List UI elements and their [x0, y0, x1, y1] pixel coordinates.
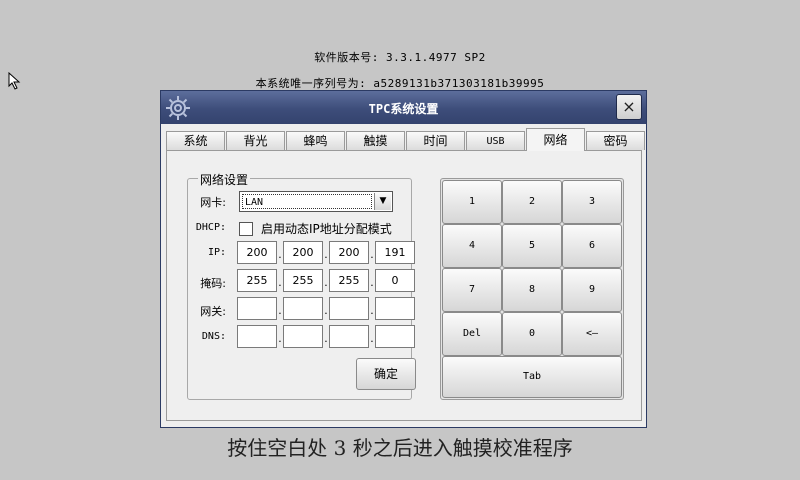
- gateway-octet-4[interactable]: [375, 297, 415, 320]
- ip-label: IP:: [207, 247, 226, 258]
- dhcp-label: DHCP:: [195, 222, 226, 233]
- mask-octet-3[interactable]: 255: [329, 269, 369, 292]
- key-backspace[interactable]: <—: [562, 312, 622, 356]
- mouse-pointer-icon: [8, 72, 21, 90]
- ip-octet-1[interactable]: 200: [237, 241, 277, 264]
- software-version: 软件版本号: 3.3.1.4977 SP2: [314, 51, 486, 64]
- dns-octet-4[interactable]: [375, 325, 415, 348]
- confirm-button[interactable]: 确定: [356, 358, 416, 390]
- dhcp-checkbox-label[interactable]: 启用动态IP地址分配模式: [261, 220, 392, 237]
- key-5[interactable]: 5: [502, 224, 562, 268]
- gateway-octet-3[interactable]: [329, 297, 369, 320]
- network-settings-group: 网络设置 网卡: LAN ▼ DHCP: 启用动态IP地址分配模式 IP: 20…: [187, 171, 416, 400]
- gateway-octet-2[interactable]: [283, 297, 323, 320]
- gateway-octet-1[interactable]: [237, 297, 277, 320]
- dialog-title: TPC系统设置: [368, 102, 439, 116]
- group-title: 网络设置: [198, 171, 251, 188]
- dns-octet-2[interactable]: [283, 325, 323, 348]
- serial-number: 本系统唯一序列号为: a5289131b371303181b39995: [255, 77, 545, 90]
- tab-system[interactable]: 系统: [166, 131, 225, 150]
- calibration-hint: 按住空白处 3 秒之后进入触摸校准程序: [227, 436, 573, 460]
- mask-octet-4[interactable]: 0: [375, 269, 415, 292]
- chevron-down-icon[interactable]: ▼: [374, 193, 391, 210]
- close-button[interactable]: ×: [616, 94, 642, 120]
- tab-backlight[interactable]: 背光: [226, 131, 285, 150]
- ip-octet-2[interactable]: 200: [283, 241, 323, 264]
- nic-select[interactable]: LAN ▼: [239, 191, 393, 212]
- nic-label: 网卡:: [200, 196, 226, 209]
- key-6[interactable]: 6: [562, 224, 622, 268]
- key-9[interactable]: 9: [562, 268, 622, 312]
- dhcp-checkbox[interactable]: [239, 222, 253, 236]
- key-3[interactable]: 3: [562, 180, 622, 224]
- key-2[interactable]: 2: [502, 180, 562, 224]
- mask-label: 掩码:: [200, 277, 226, 290]
- mask-octet-1[interactable]: 255: [237, 269, 277, 292]
- key-0[interactable]: 0: [502, 312, 562, 356]
- tab-password[interactable]: 密码: [586, 131, 645, 150]
- dns-label: DNS:: [201, 331, 226, 342]
- tab-time[interactable]: 时间: [406, 131, 465, 150]
- key-8[interactable]: 8: [502, 268, 562, 312]
- key-tab[interactable]: Tab: [442, 356, 622, 398]
- ip-octet-4[interactable]: 191: [375, 241, 415, 264]
- network-panel: 网络设置 网卡: LAN ▼ DHCP: 启用动态IP地址分配模式 IP: 20…: [166, 150, 642, 421]
- numeric-keypad: 1 2 3 4 5 6 7 8 9 Del 0 <— Tab: [440, 178, 624, 400]
- nic-select-value: LAN: [242, 194, 372, 209]
- key-1[interactable]: 1: [442, 180, 502, 224]
- tab-touch[interactable]: 触摸: [346, 131, 405, 150]
- key-delete[interactable]: Del: [442, 312, 502, 356]
- key-4[interactable]: 4: [442, 224, 502, 268]
- tab-usb[interactable]: USB: [466, 131, 525, 150]
- ip-octet-3[interactable]: 200: [329, 241, 369, 264]
- mask-octet-2[interactable]: 255: [283, 269, 323, 292]
- tab-network[interactable]: 网络: [526, 128, 585, 151]
- dialog-titlebar: TPC系统设置 ×: [161, 91, 646, 124]
- key-7[interactable]: 7: [442, 268, 502, 312]
- gateway-label: 网关:: [200, 305, 226, 318]
- dns-octet-1[interactable]: [237, 325, 277, 348]
- dns-octet-3[interactable]: [329, 325, 369, 348]
- tab-buzzer[interactable]: 蜂鸣: [286, 131, 345, 150]
- tpc-settings-dialog: TPC系统设置 × 系统 背光 蜂鸣 触摸 时间 USB 网络 密码 网络设置 …: [160, 90, 647, 428]
